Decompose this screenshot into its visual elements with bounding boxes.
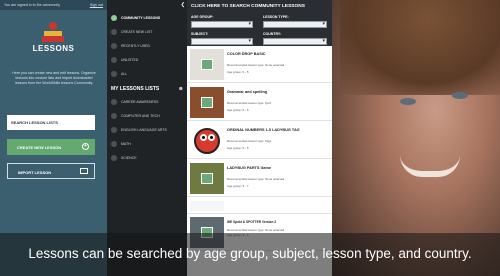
- lesson-title: WE Spokt & SPOTTER Version 2: [227, 220, 277, 224]
- nav-item-label: CREATE NEW LIST: [121, 30, 153, 34]
- all-icon: [111, 71, 117, 77]
- add-list-icon: [111, 29, 117, 35]
- create-new-lesson-button[interactable]: CREATE NEW LESSON +: [7, 139, 95, 155]
- nav-item-career-awareness[interactable]: CAREER AWARENESS: [111, 97, 185, 107]
- nav-item-label: SCIENCE: [121, 156, 137, 160]
- nav-item-label: COMPUTER AND TECH: [121, 114, 160, 118]
- nav-item-label: ALL: [121, 72, 128, 76]
- signed-in-text: You are signed in to the community: [4, 3, 61, 7]
- search-lesson-lists-input[interactable]: SEARCH LESSON LISTS: [7, 115, 95, 130]
- lesson-thumbnail: [190, 49, 224, 80]
- ladybug-thumbnail: [190, 125, 224, 156]
- nav-item-unlisted[interactable]: UNLISTED: [111, 55, 185, 65]
- photo-eye-right: [452, 92, 468, 99]
- photo-smile: [400, 155, 460, 177]
- lesson-type-select[interactable]: [263, 21, 327, 28]
- plus-icon: +: [82, 143, 89, 150]
- ladybug-icon: [194, 128, 220, 154]
- photo-hair: [340, 0, 500, 95]
- lesson-thumbnail: [190, 201, 224, 211]
- import-lesson-label: IMPORT LESSON: [18, 170, 52, 175]
- lesson-title: COLOR DROP BASIC: [227, 52, 266, 56]
- lesson-title: LADYBUG PARTS Game: [227, 166, 272, 170]
- lesson-title: Grammar and spelling: [227, 90, 268, 94]
- sign-out-link[interactable]: Sign out: [90, 3, 103, 7]
- list-icon: [111, 141, 117, 147]
- lesson-card[interactable]: LADYBUG PARTS Game Recommended lesson ty…: [187, 160, 332, 197]
- collapse-chevron-icon[interactable]: ❮: [181, 2, 185, 8]
- age-group-select[interactable]: [191, 21, 253, 28]
- lesson-recommended-type: Recommended lesson type: None selected: [227, 63, 285, 67]
- import-lesson-button[interactable]: IMPORT LESSON: [7, 163, 95, 179]
- nav-item-label: UNLISTED: [121, 58, 139, 62]
- my-lessons-lists-title: MY LESSONS LISTS: [111, 86, 160, 92]
- lesson-recommended-type: Recommended lesson type: None selected: [227, 228, 285, 232]
- description-text: Here you can create new and edit lessons…: [12, 71, 96, 85]
- search-community-header-button[interactable]: CLICK HERE TO SEARCH COMMUNITY LESSONS: [187, 0, 332, 13]
- nav-item-label: MATH: [121, 142, 131, 146]
- nav-item-label: CAREER AWARENESS: [121, 100, 159, 104]
- create-new-lesson-label: CREATE NEW LESSON: [17, 145, 62, 150]
- nav-item-science[interactable]: SCIENCE: [111, 153, 185, 163]
- subject-select[interactable]: [191, 38, 253, 45]
- country-label: COUNTRY:: [263, 32, 282, 36]
- import-icon: [80, 168, 88, 174]
- lessons-logo-icon: [40, 22, 66, 42]
- country-select[interactable]: [263, 38, 327, 45]
- lesson-play-icon: [201, 97, 213, 108]
- top-status-bar: You are signed in to the community Sign …: [0, 0, 107, 10]
- age-group-label: AGE GROUP:: [191, 15, 214, 19]
- nav-item-recently-used[interactable]: RECENTLY USED: [111, 41, 185, 51]
- lesson-play-icon: [201, 59, 213, 70]
- lesson-type-label: LESSON TYPE:: [263, 15, 289, 19]
- lesson-age-group: Age group: 3 - 7: [227, 184, 249, 188]
- my-lessons-lists-header: MY LESSONS LISTS ⊕: [111, 86, 185, 92]
- lesson-title: ORDINAL NUMBERS 1-5 LADYBUG TAG: [227, 128, 300, 132]
- nav-item-label: COMMUNITY LESSONS: [121, 16, 161, 20]
- subject-label: SUBJECT:: [191, 32, 209, 36]
- list-icon: [111, 113, 117, 119]
- photo-eye-left: [400, 98, 416, 105]
- lesson-card[interactable]: ORDINAL NUMBERS 1-5 LADYBUG TAG Recommen…: [187, 122, 332, 159]
- nav-item-community-lessons[interactable]: COMMUNITY LESSONS: [111, 13, 185, 23]
- nav-item-math[interactable]: MATH: [111, 139, 185, 149]
- lesson-recommended-type: Recommended lesson type: None selected: [227, 177, 285, 181]
- lesson-age-group: Age group: 0 - 5: [227, 108, 249, 112]
- lesson-card[interactable]: Grammar and spelling Recommended lesson …: [187, 84, 332, 121]
- nav-item-computer-and-tech[interactable]: COMPUTER AND TECH: [111, 111, 185, 121]
- lesson-card[interactable]: COLOR DROP BASIC Recommended lesson type…: [187, 46, 332, 83]
- list-icon: [111, 127, 117, 133]
- list-icon: [111, 99, 117, 105]
- video-caption: Lessons can be searched by age group, su…: [28, 246, 472, 261]
- lesson-age-group: Age group: 0 - 5: [227, 146, 249, 150]
- nav-item-english-language-arts[interactable]: ENGLISH LANGUAGE ARTS: [111, 125, 185, 135]
- add-list-plus-icon[interactable]: ⊕: [179, 86, 183, 92]
- nav-item-label: RECENTLY USED: [121, 44, 151, 48]
- lesson-play-icon: [201, 173, 213, 184]
- unlisted-icon: [111, 57, 117, 63]
- brand-title: LESSONS: [32, 44, 75, 53]
- lesson-recommended-type: Recommended lesson type: Quiz: [227, 101, 272, 105]
- clock-icon: [111, 43, 117, 49]
- lesson-card[interactable]: [187, 198, 332, 214]
- nav-item-label: ENGLISH LANGUAGE ARTS: [121, 128, 167, 132]
- lesson-thumbnail: [190, 163, 224, 194]
- community-icon: [111, 15, 117, 21]
- lesson-thumbnail: [190, 87, 224, 118]
- nav-item-create-new-list[interactable]: CREATE NEW LIST: [111, 27, 185, 37]
- list-icon: [111, 155, 117, 161]
- nav-item-all[interactable]: ALL: [111, 69, 185, 79]
- lesson-recommended-type: Recommended lesson type: Tags: [227, 139, 272, 143]
- lesson-age-group: Age group: 0 - 5: [227, 70, 249, 74]
